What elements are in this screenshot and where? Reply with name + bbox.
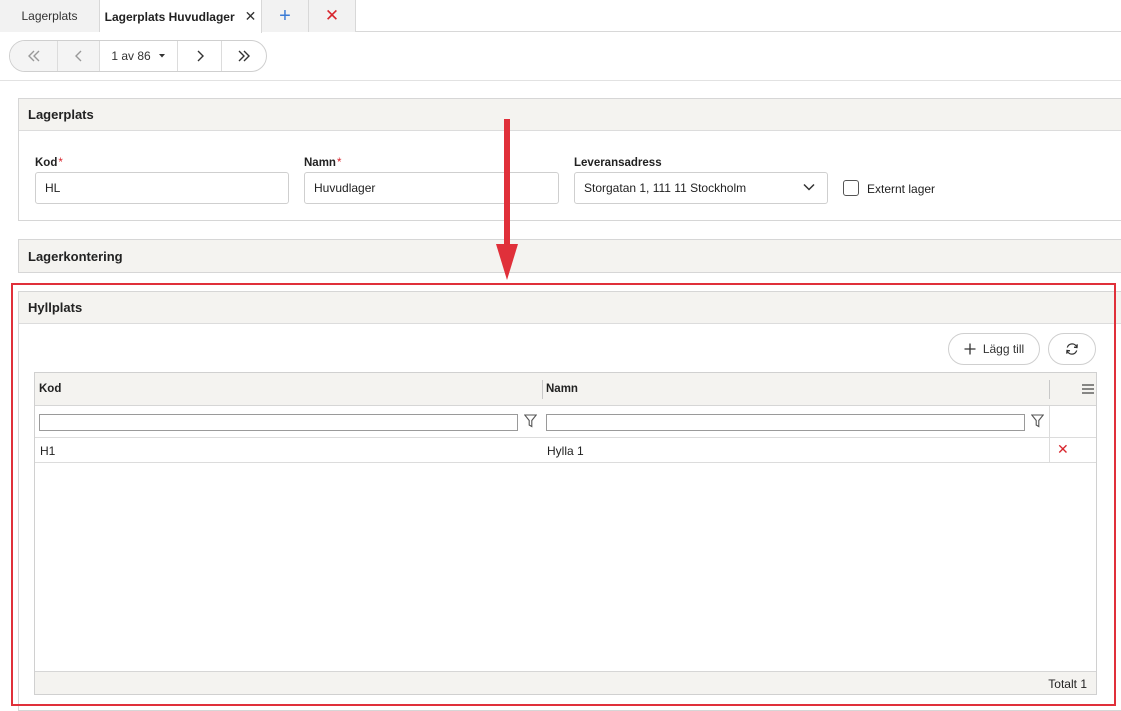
refresh-button[interactable] <box>1048 333 1096 365</box>
panel-title: Lagerkontering <box>19 240 1121 272</box>
caret-down-icon <box>158 54 165 58</box>
column-menu-icon[interactable] <box>1082 384 1094 394</box>
add-button[interactable]: Lägg till <box>948 333 1040 365</box>
hyllplats-grid: Kod Namn H1 Hylla 1 ✕ Totalt 1 <box>34 372 1097 695</box>
column-separator[interactable] <box>542 380 543 399</box>
grid-header: Kod Namn <box>35 373 1096 406</box>
namn-filter-input[interactable] <box>546 414 1025 431</box>
kod-filter-input[interactable] <box>39 414 518 431</box>
lagerkontering-panel[interactable]: Lagerkontering <box>18 239 1121 273</box>
double-chevron-left-icon <box>27 50 39 62</box>
filter-icon[interactable] <box>1031 414 1044 428</box>
kod-field[interactable]: HL <box>35 172 289 204</box>
required-mark: * <box>336 157 342 169</box>
delete-row-icon[interactable]: ✕ <box>1057 441 1069 458</box>
tab-lagerplats[interactable]: Lagerplats <box>0 0 100 32</box>
cell-namn: Hylla 1 <box>547 444 584 458</box>
refresh-icon <box>1066 343 1078 355</box>
table-row[interactable]: H1 Hylla 1 ✕ <box>35 438 1096 463</box>
kod-value: HL <box>45 181 61 195</box>
annotation-arrow-shaft <box>504 119 510 247</box>
double-chevron-right-icon <box>238 50 250 62</box>
chevron-right-icon <box>197 50 204 62</box>
tab-label: Lagerplats <box>21 9 78 23</box>
leveransadress-value: Storgatan 1, 111 11 Stockholm <box>584 181 747 195</box>
toolbar-divider <box>0 80 1121 81</box>
cell-kod: H1 <box>40 444 56 458</box>
previous-record-button[interactable] <box>58 41 100 71</box>
annotation-arrow-head <box>496 244 518 280</box>
required-mark: * <box>58 157 63 169</box>
grid-footer: Totalt 1 <box>35 671 1096 694</box>
kod-label: Kod* <box>35 157 63 169</box>
close-icon[interactable]: ✕ <box>245 8 257 25</box>
kod-label-text: Kod <box>35 157 58 169</box>
plus-icon <box>964 343 976 355</box>
close-all-icon: ✕ <box>324 6 340 25</box>
next-record-button[interactable] <box>178 41 222 71</box>
tab-label: Lagerplats Huvudlager <box>104 9 235 24</box>
filter-icon[interactable] <box>524 414 537 428</box>
filter-row <box>35 406 1096 438</box>
externt-lager-checkbox[interactable] <box>843 180 859 196</box>
leveransadress-label: Leveransadress <box>574 157 662 169</box>
add-tab-button[interactable]: + <box>262 0 309 32</box>
column-separator[interactable] <box>1049 380 1050 399</box>
externt-lager-label: Externt lager <box>867 182 936 196</box>
record-pager: 1 av 86 <box>9 40 267 72</box>
namn-label: Namn* <box>304 157 341 169</box>
first-record-button[interactable] <box>10 41 58 71</box>
close-all-tabs-button[interactable]: ✕ <box>309 0 356 32</box>
namn-value: Huvudlager <box>314 181 376 195</box>
column-header-namn[interactable]: Namn <box>546 383 578 395</box>
tab-bar: Lagerplats Lagerplats Huvudlager ✕ + ✕ <box>0 0 1121 33</box>
namn-label-text: Namn <box>304 157 336 169</box>
total-count: Totalt 1 <box>1048 677 1087 691</box>
tab-lagerplats-huvudlager[interactable]: Lagerplats Huvudlager ✕ <box>100 0 262 33</box>
namn-field[interactable]: Huvudlager <box>304 172 559 204</box>
add-button-label: Lägg till <box>982 342 1025 356</box>
chevron-down-icon <box>803 183 815 191</box>
panel-title: Hyllplats <box>19 292 1121 324</box>
panel-title: Lagerplats <box>19 99 1121 131</box>
record-position-dropdown[interactable]: 1 av 86 <box>100 41 178 71</box>
leveransadress-select[interactable]: Storgatan 1, 111 11 Stockholm <box>574 172 828 204</box>
record-position: 1 av 86 <box>111 49 151 63</box>
last-record-button[interactable] <box>222 41 266 71</box>
plus-icon: + <box>279 4 291 27</box>
column-header-kod[interactable]: Kod <box>39 383 61 395</box>
chevron-left-icon <box>74 50 81 62</box>
